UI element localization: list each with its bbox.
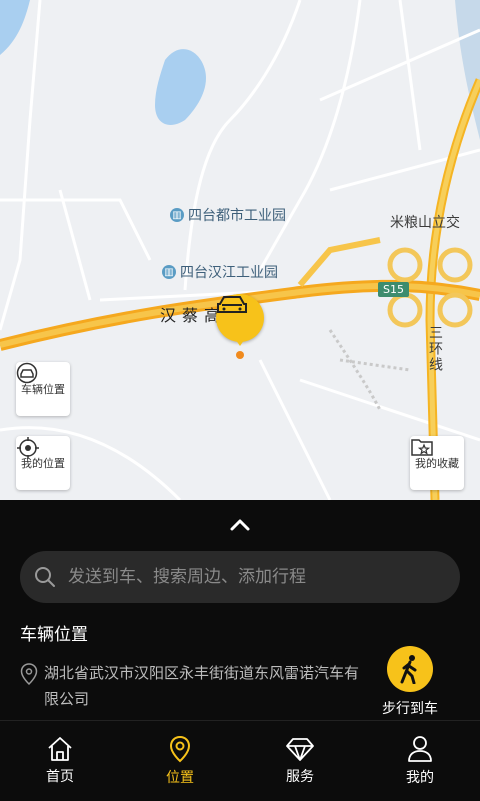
tab-services-label: 服务 bbox=[286, 769, 314, 785]
route-badge: S15 bbox=[378, 282, 409, 297]
pedestrian-icon bbox=[400, 655, 417, 684]
ring-road-label: 三环线 bbox=[427, 325, 443, 373]
chevron-up-icon[interactable] bbox=[229, 518, 251, 532]
marker-tail bbox=[233, 336, 247, 346]
car-icon bbox=[217, 296, 247, 313]
search-icon bbox=[35, 567, 55, 587]
map-canvas bbox=[0, 0, 480, 500]
location-pin-icon bbox=[20, 663, 38, 685]
my-favorites-button[interactable]: 我的收藏 bbox=[410, 436, 464, 490]
poi-label: 四台都市工业园 bbox=[188, 208, 286, 224]
car-circle-icon bbox=[16, 362, 38, 384]
tab-profile[interactable]: 我的 bbox=[360, 721, 480, 801]
location-pin-icon bbox=[169, 735, 191, 763]
poi-industrial-park-1[interactable]: ▥ 四台都市工业园 bbox=[170, 205, 286, 225]
tab-services[interactable]: 服务 bbox=[240, 721, 360, 801]
person-icon bbox=[408, 736, 432, 762]
crosshair-icon bbox=[17, 437, 39, 459]
tab-home-label: 首页 bbox=[46, 769, 74, 785]
address-row: 湖北省武汉市汉阳区永丰街街道东风雷诺汽车有限公司 bbox=[20, 660, 360, 712]
diamond-icon bbox=[286, 738, 314, 761]
car-location-marker[interactable] bbox=[216, 294, 264, 342]
section-title: 车辆位置 bbox=[20, 625, 88, 645]
bottom-tab-bar: 首页 位置 服务 我的 bbox=[0, 720, 480, 801]
walk-to-car-button[interactable]: 步行到车 bbox=[378, 646, 442, 718]
poi-label: 四台汉江工业园 bbox=[180, 265, 278, 281]
walk-button-circle bbox=[387, 646, 433, 692]
interchange-label: 米粮山立交 bbox=[390, 215, 460, 231]
poi-industrial-park-2[interactable]: ▥ 四台汉江工业园 bbox=[162, 262, 278, 282]
tab-home[interactable]: 首页 bbox=[0, 721, 120, 801]
tab-profile-label: 我的 bbox=[406, 770, 434, 786]
search-input[interactable] bbox=[66, 566, 460, 588]
tab-location[interactable]: 位置 bbox=[120, 721, 240, 801]
vehicle-address: 湖北省武汉市汉阳区永丰街街道东风雷诺汽车有限公司 bbox=[44, 664, 360, 708]
home-icon bbox=[48, 737, 72, 761]
vehicle-position-button[interactable]: 车辆位置 bbox=[16, 362, 70, 416]
building-icon: ▥ bbox=[162, 265, 176, 279]
tab-location-label: 位置 bbox=[166, 770, 194, 786]
building-icon: ▥ bbox=[170, 208, 184, 222]
map-view[interactable]: ▥ 四台都市工业园 ▥ 四台汉江工业园 米粮山立交 三环线 汉蔡高速 S15 车… bbox=[0, 0, 480, 500]
marker-dot bbox=[236, 351, 244, 359]
search-bar[interactable] bbox=[20, 551, 460, 603]
my-position-button[interactable]: 我的位置 bbox=[16, 436, 70, 490]
walk-to-car-label: 步行到车 bbox=[382, 701, 438, 717]
folder-star-icon bbox=[411, 439, 433, 456]
